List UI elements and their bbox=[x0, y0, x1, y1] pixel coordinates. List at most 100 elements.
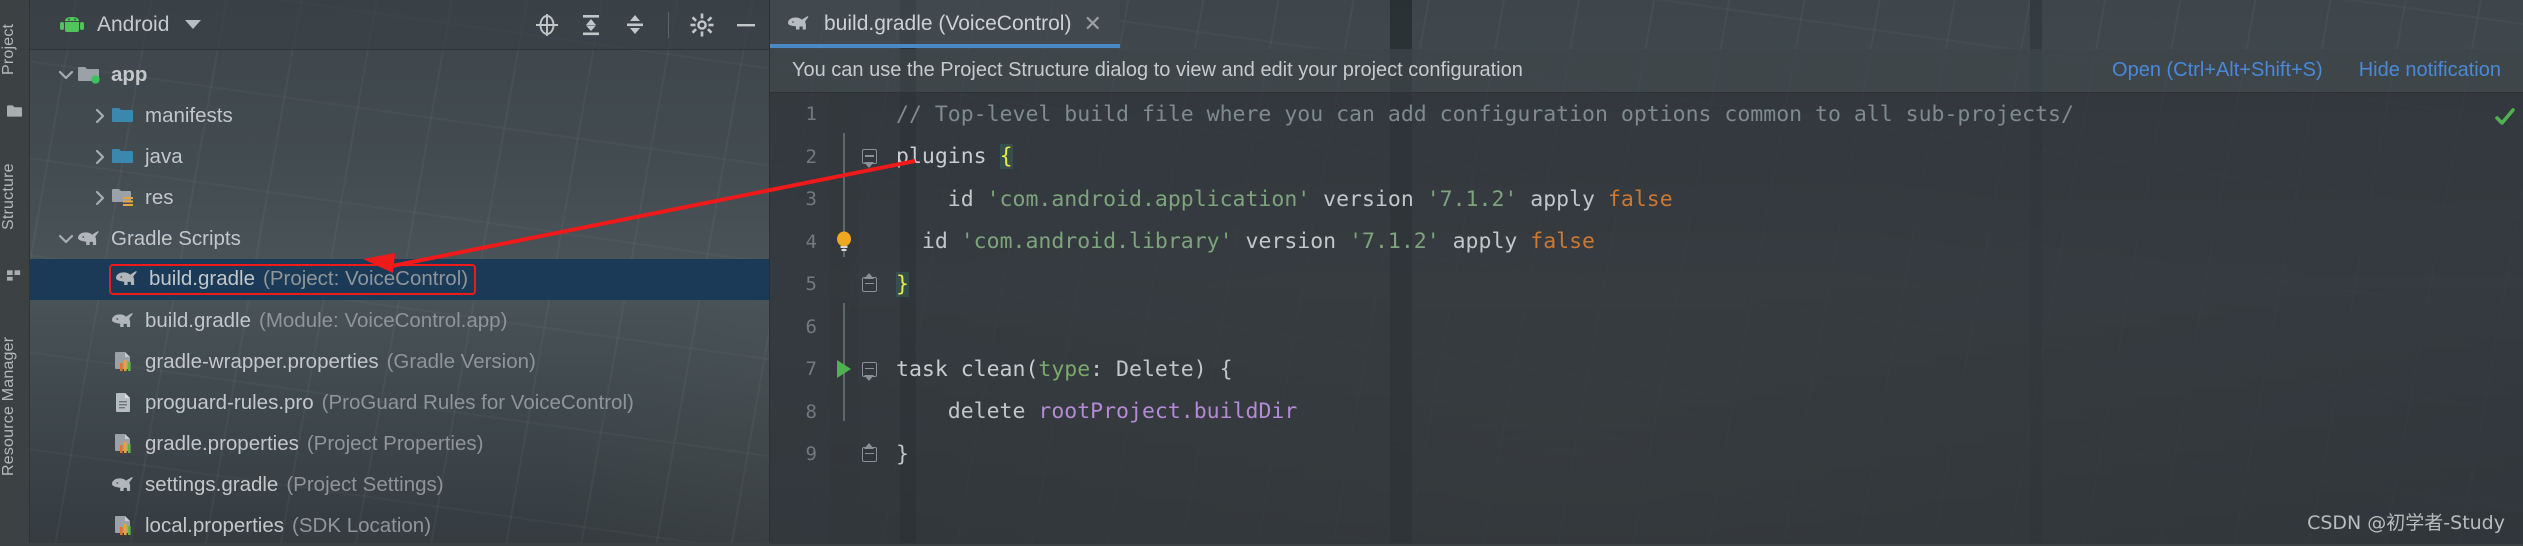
chevron-down-icon[interactable] bbox=[185, 20, 202, 29]
sidebar-item-structure[interactable]: Structure bbox=[0, 138, 29, 256]
code-line[interactable]: 2 plugins { bbox=[770, 136, 2523, 179]
code-line[interactable]: 3 id 'com.android.application' version '… bbox=[770, 178, 2523, 221]
project-icon bbox=[7, 105, 22, 117]
code-line[interactable]: 5} bbox=[770, 263, 2523, 306]
tree-spacer bbox=[89, 433, 111, 455]
fold-collapse-icon[interactable] bbox=[858, 361, 880, 377]
text-file-icon bbox=[116, 392, 130, 412]
code-lines: 1 // Top-level build file where you can a… bbox=[770, 93, 2523, 476]
tree-item-build-gradle[interactable]: build.gradle (Project: VoiceControl) bbox=[29, 259, 769, 300]
minimize-icon[interactable] bbox=[733, 12, 759, 38]
code-token: 'com.android.library' bbox=[960, 229, 1233, 255]
chevron-right-icon[interactable] bbox=[89, 146, 111, 168]
chevron-right-icon[interactable] bbox=[89, 105, 111, 127]
tree-item-gradle-scripts[interactable]: Gradle Scripts bbox=[29, 218, 769, 259]
line-number: 9 bbox=[805, 443, 817, 466]
sidebar-item-project[interactable]: Project bbox=[0, 6, 29, 92]
tree-item-java[interactable]: java bbox=[29, 136, 769, 177]
tree-spacer bbox=[89, 351, 111, 373]
code-text: } bbox=[880, 271, 909, 297]
code-token: apply bbox=[1439, 229, 1531, 255]
editor-tab-title: build.gradle (VoiceControl) bbox=[824, 12, 1072, 35]
properties-icon bbox=[115, 433, 131, 453]
code-line[interactable]: 7 task clean(type: Delete) { bbox=[770, 348, 2523, 391]
expand-all-icon[interactable] bbox=[578, 12, 604, 38]
fold-collapse-icon[interactable] bbox=[858, 149, 880, 165]
gear-icon[interactable] bbox=[689, 12, 715, 38]
tree-item-label: settings.gradle bbox=[145, 472, 279, 496]
notification-actions: Open (Ctrl+Alt+Shift+S) Hide notificatio… bbox=[2112, 59, 2501, 82]
code-text: // Top-level build file where you can ad… bbox=[880, 102, 2074, 127]
code-token: id bbox=[896, 229, 961, 255]
tree-item-res[interactable]: res bbox=[29, 177, 769, 218]
code-token: false bbox=[1530, 229, 1596, 255]
code-token: id bbox=[896, 186, 987, 212]
code-token: { bbox=[999, 144, 1013, 170]
lightbulb-icon[interactable] bbox=[830, 230, 858, 254]
tree-spacer bbox=[89, 392, 111, 414]
line-number: 8 bbox=[805, 400, 817, 423]
tree-item-content: build.gradle (Module: VoiceControl.app) bbox=[111, 309, 507, 333]
chevron-down-icon[interactable] bbox=[55, 228, 77, 250]
fold-expand-icon[interactable] bbox=[858, 276, 880, 292]
tree-item-gradle-properties[interactable]: gradle.properties (Project Properties) bbox=[29, 423, 769, 464]
tree-item-label: Gradle Scripts bbox=[111, 226, 241, 250]
tree-item-settings-gradle[interactable]: settings.gradle (Project Settings) bbox=[29, 464, 769, 505]
project-view-selector-label[interactable]: Android bbox=[97, 13, 169, 37]
code-editor[interactable]: 1 // Top-level build file where you can a… bbox=[770, 93, 2523, 544]
watermark: CSDN @初学者-Study bbox=[2307, 512, 2505, 534]
collapse-all-icon[interactable] bbox=[622, 12, 648, 38]
tree-item-content: res bbox=[111, 186, 173, 210]
project-tool-window: Android app manifests java res Gradle Sc… bbox=[29, 0, 770, 543]
left-tool-rail: Project Structure Resource Manager bbox=[0, 0, 30, 543]
code-text: id 'com.android.application' version '7.… bbox=[880, 187, 1673, 212]
code-token: } bbox=[896, 271, 909, 297]
code-token: false bbox=[1607, 186, 1673, 212]
tree-item-icon bbox=[111, 515, 136, 537]
module-folder-icon bbox=[78, 66, 100, 84]
line-number: 7 bbox=[805, 358, 817, 381]
code-line[interactable]: 9} bbox=[770, 433, 2523, 476]
gradle-elephant-icon bbox=[788, 16, 809, 30]
toolbar-divider bbox=[668, 11, 669, 38]
chevron-right-icon[interactable] bbox=[89, 187, 111, 209]
close-icon[interactable]: ✕ bbox=[1083, 13, 1101, 35]
locate-icon[interactable] bbox=[534, 12, 560, 38]
tree-item-icon bbox=[115, 268, 140, 290]
tree-item-gradle-wrapper-properties[interactable]: gradle-wrapper.properties (Gradle Versio… bbox=[29, 341, 769, 382]
tree-item-label: proguard-rules.pro bbox=[145, 390, 314, 414]
code-token: } bbox=[896, 441, 909, 467]
ok-check-icon[interactable] bbox=[2493, 105, 2517, 129]
tree-item-local-properties[interactable]: local.properties (SDK Location) bbox=[29, 505, 769, 546]
tree-item-content: Gradle Scripts bbox=[77, 227, 241, 251]
code-line[interactable]: 6 bbox=[770, 306, 2523, 349]
tree-item-detail: (Module: VoiceControl.app) bbox=[259, 308, 508, 332]
tree-item-label: java bbox=[145, 144, 183, 168]
tree-item-build-gradle[interactable]: build.gradle (Module: VoiceControl.app) bbox=[29, 300, 769, 341]
tree-item-content: app bbox=[77, 63, 147, 87]
sidebar-item-resource-manager[interactable]: Resource Manager bbox=[0, 300, 29, 512]
tree-item-app[interactable]: app bbox=[29, 54, 769, 95]
editor-tab-build-gradle[interactable]: build.gradle (VoiceControl) ✕ bbox=[770, 0, 1120, 48]
tree-item-label: gradle.properties bbox=[145, 431, 299, 455]
line-number: 5 bbox=[805, 273, 817, 296]
tree-item-icon bbox=[111, 146, 136, 168]
tree-item-content: gradle.properties (Project Properties) bbox=[111, 432, 483, 456]
run-task-icon[interactable] bbox=[830, 360, 858, 379]
open-project-structure-link[interactable]: Open (Ctrl+Alt+Shift+S) bbox=[2112, 59, 2323, 82]
blue-folder-icon bbox=[112, 148, 133, 163]
code-line[interactable]: 8 delete rootProject.buildDir bbox=[770, 391, 2523, 434]
code-token: type bbox=[1038, 356, 1091, 382]
code-token: rootProject.buildDir bbox=[1038, 399, 1298, 425]
code-line[interactable]: 1 // Top-level build file where you can a… bbox=[770, 93, 2523, 136]
chevron-down-icon[interactable] bbox=[55, 64, 77, 86]
hide-notification-link[interactable]: Hide notification bbox=[2359, 59, 2501, 82]
fold-expand-icon[interactable] bbox=[858, 446, 880, 462]
code-line[interactable]: 4 id 'com.android.library' version '7.1.… bbox=[770, 221, 2523, 264]
tree-item-manifests[interactable]: manifests bbox=[29, 95, 769, 136]
tree-item-label: build.gradle bbox=[149, 267, 255, 290]
tree-spacer bbox=[89, 269, 111, 291]
tree-item-proguard-rules-pro[interactable]: proguard-rules.pro (ProGuard Rules for V… bbox=[29, 382, 769, 423]
code-text: } bbox=[880, 442, 909, 467]
tree-spacer bbox=[89, 310, 111, 332]
